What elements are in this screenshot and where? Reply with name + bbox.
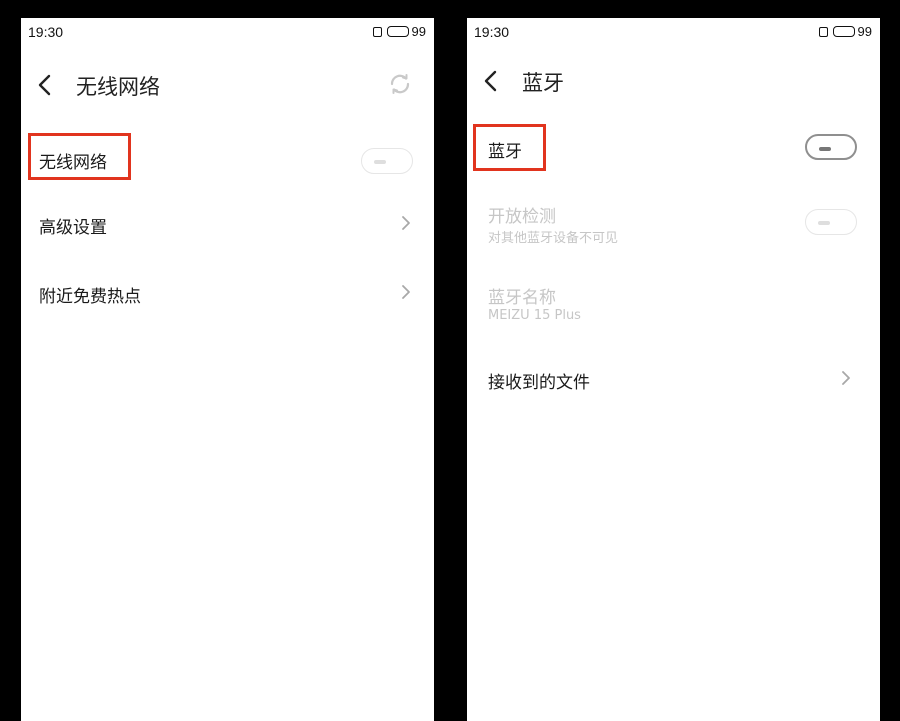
nav-bar: 蓝牙 xyxy=(467,58,880,104)
device-name-value: MEIZU 15 Plus xyxy=(488,308,581,323)
status-bar: 19:30 99 xyxy=(467,18,880,46)
highlight-box xyxy=(473,124,546,171)
chevron-right-icon xyxy=(402,285,410,299)
bluetooth-toggle-switch[interactable] xyxy=(805,134,857,160)
status-time: 19:30 xyxy=(474,24,510,40)
highlight-box xyxy=(28,133,131,180)
status-icons: 99 xyxy=(372,24,426,39)
advanced-settings-label: 高级设置 xyxy=(39,218,107,238)
sim-card-icon xyxy=(372,26,382,37)
battery-icon xyxy=(832,26,855,37)
status-icons: 99 xyxy=(818,24,872,39)
back-arrow-icon[interactable] xyxy=(481,68,501,94)
device-name-label: 蓝牙名称 xyxy=(488,288,556,308)
status-bar: 19:30 99 xyxy=(21,18,434,46)
chevron-right-icon xyxy=(402,216,410,230)
refresh-icon[interactable] xyxy=(388,72,412,96)
discoverable-toggle-switch[interactable] xyxy=(805,209,857,235)
wifi-toggle-switch[interactable] xyxy=(361,148,413,174)
battery-icon xyxy=(386,26,409,37)
nearby-hotspots-label: 附近免费热点 xyxy=(39,287,141,307)
settings-item-received-files[interactable]: 接收到的文件 xyxy=(467,364,880,414)
wifi-settings-screen: 19:30 99 无线网络 无线网络 高级设置 附近免费热点 xyxy=(21,18,434,721)
nav-bar: 无线网络 xyxy=(21,62,434,108)
discoverable-label: 开放检测 xyxy=(488,207,556,227)
received-files-label: 接收到的文件 xyxy=(488,373,590,393)
sim-card-icon xyxy=(818,26,828,37)
chevron-right-icon xyxy=(842,371,850,385)
page-title: 无线网络 xyxy=(76,75,160,99)
bluetooth-settings-screen: 19:30 99 蓝牙 蓝牙 开放检测 对其他蓝牙设备不可见 蓝牙名称 MEIZ… xyxy=(467,18,880,721)
settings-item-hotspots[interactable]: 附近免费热点 xyxy=(21,274,434,324)
status-time: 19:30 xyxy=(28,24,64,40)
back-arrow-icon[interactable] xyxy=(35,72,55,98)
battery-level: 99 xyxy=(857,24,872,39)
settings-item-advanced[interactable]: 高级设置 xyxy=(21,204,434,254)
battery-level: 99 xyxy=(411,24,426,39)
page-title: 蓝牙 xyxy=(522,71,564,95)
settings-item-discoverable[interactable]: 开放检测 对其他蓝牙设备不可见 xyxy=(467,198,880,258)
discoverable-subtitle: 对其他蓝牙设备不可见 xyxy=(488,231,619,246)
settings-item-device-name[interactable]: 蓝牙名称 MEIZU 15 Plus xyxy=(467,280,880,340)
